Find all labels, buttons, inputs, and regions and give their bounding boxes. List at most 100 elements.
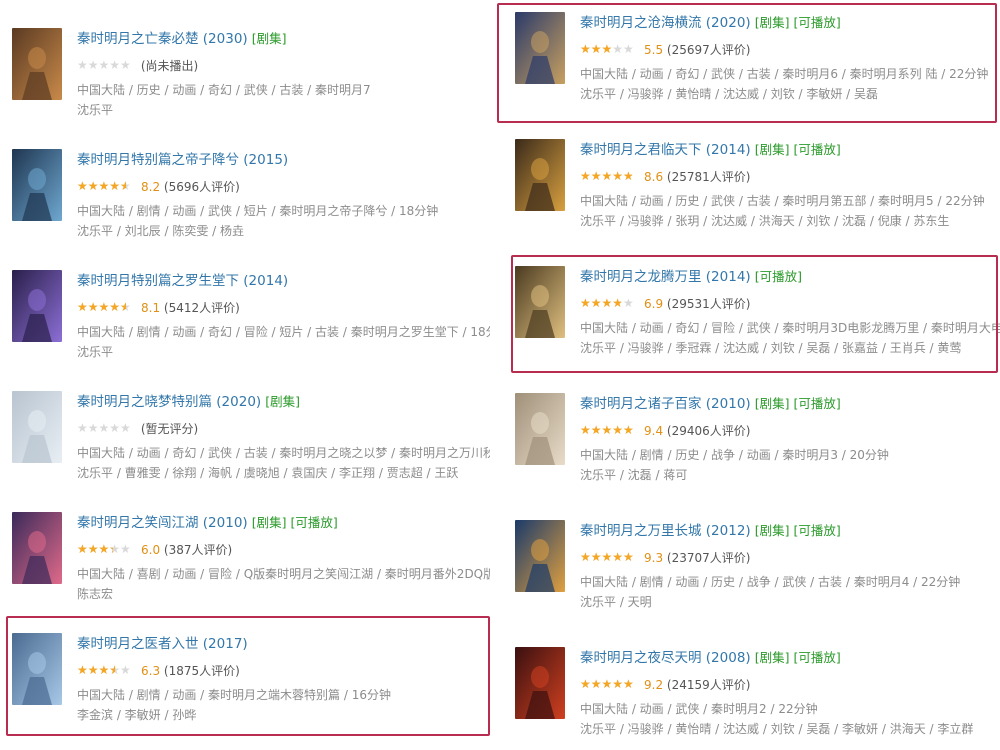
rating-line: ★★★★★★★★★★ 6.9 (29531人评价) (580, 292, 1000, 316)
rating-line: ★★★★★ ★★★★★ 8.2 (5696人评价) (77, 175, 490, 199)
list-item: 秦时明月之诸子百家 (2010) [剧集] [可播放] ★★★★★ ★★★★★ 9.4 (… (503, 385, 1000, 505)
stars-filled-icon: ★★★★★ (580, 678, 634, 690)
item-title-link[interactable]: 秦时明月之亡秦必楚 (2030) (77, 31, 248, 47)
list-item: 秦时明月之医者入世 (2017) ★★★★★★★★★★ 6.3 (1875人评价) 中… (0, 625, 490, 745)
list-item: 秦时明月特别篇之罗生堂下 (2014) ★★★★★ ★★★★★ 8.1 (5412人评… (0, 262, 490, 382)
rating-count: (24159人评价) (663, 678, 751, 692)
series-tag[interactable]: [剧集] (755, 142, 790, 157)
playable-tag[interactable]: [可播放] (793, 396, 840, 411)
rating-line: ★★★★★ ★★★★★ 9.2 (24159人评价) (580, 673, 1000, 697)
star-rating-icon: ★★★★★★★★★★ (77, 664, 137, 676)
star-rating-icon: ★★★★★★★★★★ (77, 180, 137, 192)
rating-score: 8.6 (644, 170, 664, 184)
item-title-link[interactable]: 秦时明月之医者入世 (2017) (77, 636, 248, 652)
poster-image[interactable] (515, 393, 565, 465)
playable-tag[interactable]: [可播放] (793, 523, 840, 538)
star-rating-icon: ★★★★★★★★★★ (580, 43, 640, 55)
series-tag[interactable]: [剧集] (755, 523, 790, 538)
stars-empty-icon: ★★★★★ (77, 59, 131, 71)
meta-genres: 中国大陆 / 剧情 / 动画 / 历史 / 战争 / 武侠 / 古装 / 秦时明… (580, 575, 961, 589)
item-title-link[interactable]: 秦时明月之万里长城 (2012) (580, 523, 751, 539)
rating-score: 8.1 (141, 301, 161, 315)
title-line: 秦时明月之笑闯江湖 (2010) [剧集] [可播放] (77, 512, 490, 534)
star-rating-icon: ★★★★★★★★★★ (77, 422, 137, 434)
stars-filled-icon: ★★★★★ (77, 543, 113, 555)
meta-genres: 中国大陆 / 动画 / 奇幻 / 武侠 / 古装 / 秦时明月之晓之以梦 / 秦… (77, 446, 490, 460)
poster-image[interactable] (515, 266, 565, 338)
meta-credits: 沈乐平 (77, 103, 114, 117)
star-rating-icon: ★★★★★★★★★★ (580, 551, 640, 563)
poster-image[interactable] (12, 149, 62, 221)
series-tag[interactable]: [剧集] (755, 650, 790, 665)
poster-image[interactable] (12, 512, 62, 584)
series-tag[interactable]: [剧集] (252, 515, 287, 530)
list-item: 秦时明月之万里长城 (2012) [剧集] [可播放] ★★★★★ ★★★★★ 9.3 (… (503, 512, 1000, 632)
meta-credits: 李金滨 / 李敏妍 / 孙晔 (77, 708, 197, 722)
item-title-link[interactable]: 秦时明月特别篇之帝子降兮 (2015) (77, 152, 288, 168)
playable-tag[interactable]: [可播放] (290, 515, 337, 530)
poster-image[interactable] (12, 391, 62, 463)
title-line: 秦时明月之诸子百家 (2010) [剧集] [可播放] (580, 393, 1000, 415)
rating-line: ★★★★★★★★★★ 6.0 (387人评价) (77, 538, 490, 562)
list-item: 秦时明月之亡秦必楚 (2030) [剧集] ★★★★★★★★★★ (尚未播出) 中国大… (0, 20, 490, 140)
rating-line: ★★★★★★★★★★ (暂无评分) (77, 417, 490, 441)
meta-genres: 中国大陆 / 动画 / 历史 / 武侠 / 古装 / 秦时明月第五部 / 秦时明… (580, 194, 985, 208)
item-title-link[interactable]: 秦时明月之君临天下 (2014) (580, 142, 751, 158)
poster-image[interactable] (515, 520, 565, 592)
item-title-link[interactable]: 秦时明月之夜尽天明 (2008) (580, 650, 751, 666)
left-column: 秦时明月之亡秦必楚 (2030)[剧集]★★★★★★★★★★ (尚未播出)中国大… (0, 0, 490, 750)
poster-image[interactable] (515, 647, 565, 719)
item-info: 秦时明月特别篇之罗生堂下 (2014) ★★★★★ ★★★★★ 8.1 (5412人评… (77, 270, 490, 362)
star-rating-icon: ★★★★★★★★★★ (580, 170, 640, 182)
rating-line: ★★★★★★★★★★ 6.3 (1875人评价) (77, 659, 490, 683)
playable-tag[interactable]: [可播放] (793, 650, 840, 665)
item-info: 秦时明月之君临天下 (2014) [剧集] [可播放] ★★★★★ ★★★★★ 8.6 (… (580, 139, 1000, 231)
rating-line: ★★★★★ ★★★★★ 9.4 (29406人评价) (580, 419, 1000, 443)
poster-image[interactable] (12, 633, 62, 705)
item-title-link[interactable]: 秦时明月之龙腾万里 (2014) (580, 269, 751, 285)
item-info: 秦时明月之夜尽天明 (2008) [剧集] [可播放] ★★★★★ ★★★★★ 9.2 (… (580, 647, 1000, 739)
playable-tag[interactable]: [可播放] (755, 269, 802, 284)
item-title-link[interactable]: 秦时明月特别篇之罗生堂下 (2014) (77, 273, 288, 289)
rating-count: (25697人评价) (663, 43, 751, 57)
meta-credits: 沈乐平 / 冯骏骅 / 季冠霖 / 沈达威 / 刘钦 / 吴磊 / 张嘉益 / … (580, 341, 962, 355)
poster-image[interactable] (515, 139, 565, 211)
poster-image[interactable] (515, 12, 565, 84)
meta-genres: 中国大陆 / 剧情 / 动画 / 武侠 / 短片 / 秦时明月之帝子降兮 / 1… (77, 204, 439, 218)
item-info: 秦时明月之亡秦必楚 (2030) [剧集] ★★★★★★★★★★ (尚未播出) 中国大… (77, 28, 490, 120)
series-tag[interactable]: [剧集] (755, 15, 790, 30)
item-title-link[interactable]: 秦时明月之晓梦特别篇 (2020) (77, 394, 261, 410)
playable-tag[interactable]: [可播放] (793, 15, 840, 30)
list-item: 秦时明月之沧海横流 (2020) [剧集][可播放] ★★★★★★★★★★ 5.5 (… (503, 4, 1000, 124)
poster-image[interactable] (12, 28, 62, 100)
rating-count: (25781人评价) (663, 170, 751, 184)
series-tag[interactable]: [剧集] (265, 394, 300, 409)
meta-credits: 沈乐平 / 曹雅雯 / 徐翔 / 海帆 / 虞晓旭 / 袁国庆 / 李正翔 / … (77, 466, 459, 480)
stars-filled-icon: ★★★★★ (77, 180, 127, 192)
list-item: 秦时明月之龙腾万里 (2014) [可播放] ★★★★★★★★★★ 6.9 (2953… (503, 258, 1000, 378)
poster-image[interactable] (12, 270, 62, 342)
playable-tag[interactable]: [可播放] (793, 142, 840, 157)
stars-filled-icon: ★★★★★ (580, 551, 634, 563)
rating-count: (23707人评价) (663, 551, 751, 565)
stars-filled-icon: ★★★★★ (580, 170, 632, 182)
rating-line: ★★★★★ ★★★★★ 8.6 (25781人评价) (580, 165, 1000, 189)
series-tag[interactable]: [剧集] (755, 396, 790, 411)
series-tag[interactable]: [剧集] (252, 31, 287, 46)
star-rating-icon: ★★★★★★★★★★ (77, 301, 137, 313)
stars-filled-icon: ★★★★★ (77, 301, 126, 313)
item-title-link[interactable]: 秦时明月之沧海横流 (2020) (580, 15, 751, 31)
item-title-link[interactable]: 秦时明月之诸子百家 (2010) (580, 396, 751, 412)
list-item: 秦时明月之晓梦特别篇 (2020) [剧集] ★★★★★★★★★★ (暂无评分) 中国… (0, 383, 490, 503)
list-item: 秦时明月之笑闯江湖 (2010) [剧集][可播放] ★★★★★★★★★★ 6.0 (… (0, 504, 490, 624)
item-info: 秦时明月之沧海横流 (2020) [剧集][可播放] ★★★★★★★★★★ 5.5 (… (580, 12, 1000, 104)
list-item: 秦时明月之夜尽天明 (2008) [剧集] [可播放] ★★★★★ ★★★★★ 9.2 (… (503, 639, 1000, 750)
item-title-link[interactable]: 秦时明月之笑闯江湖 (2010) (77, 515, 248, 531)
meta-genres: 中国大陆 / 剧情 / 动画 / 秦时明月之端木蓉特别篇 / 16分钟 (77, 688, 391, 702)
meta-genres: 中国大陆 / 动画 / 奇幻 / 冒险 / 武侠 / 秦时明月3D电影龙腾万里 … (580, 321, 1000, 335)
meta-credits: 沈乐平 (77, 345, 114, 359)
right-column: 秦时明月之沧海横流 (2020)[剧集][可播放]★★★★★★★★★★5.5 (… (503, 0, 1000, 750)
star-rating-icon: ★★★★★★★★★★ (580, 297, 640, 309)
item-info: 秦时明月特别篇之帝子降兮 (2015) ★★★★★ ★★★★★ 8.2 (5696人评… (77, 149, 490, 241)
rating-line: ★★★★★ ★★★★★ 8.1 (5412人评价) (77, 296, 490, 320)
